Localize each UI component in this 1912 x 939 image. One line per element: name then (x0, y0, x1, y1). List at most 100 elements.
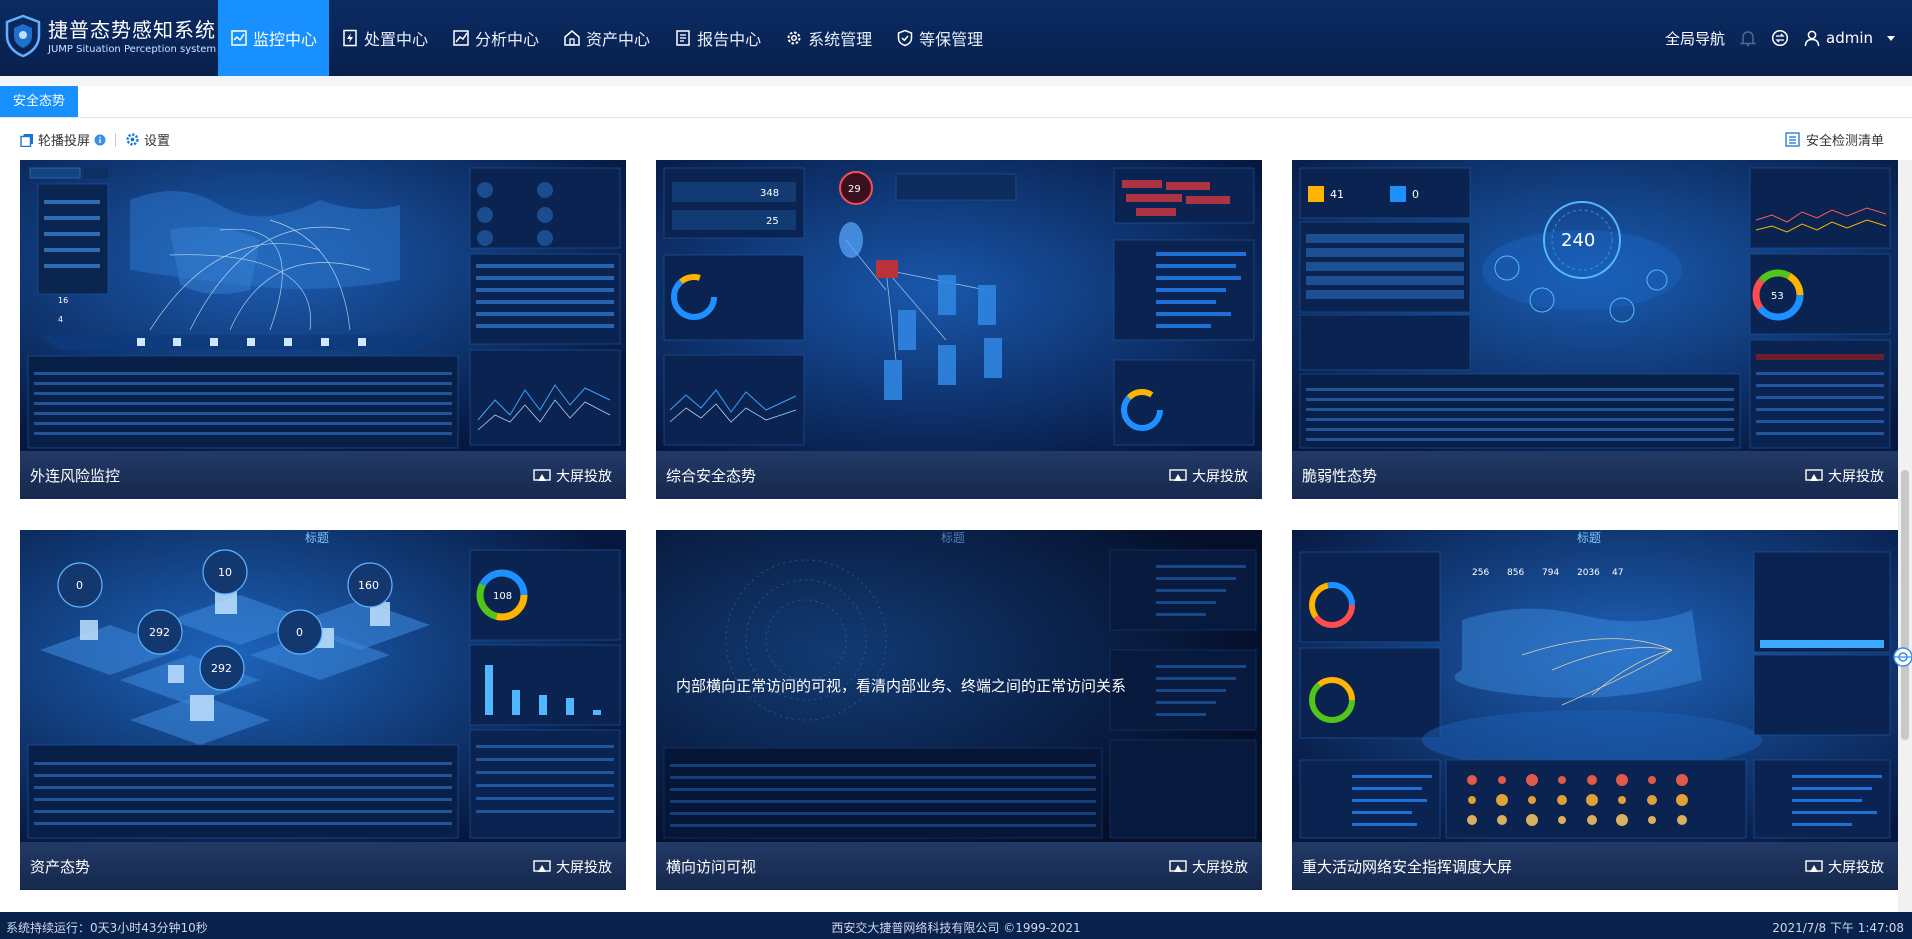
bell-icon[interactable] (1739, 29, 1757, 47)
thumb-label: 292 (211, 662, 232, 675)
toolbar: 轮播投屏 设置 安全检测清单 (0, 118, 1912, 160)
nav-label: 报告中心 (697, 30, 762, 49)
main-nav: 监控中心 处置中心 分析中心 资产中心 报告中心 系统管理 等保管理 (218, 0, 995, 76)
nav-label: 资产中心 (586, 30, 651, 49)
dashboard-card-outbound-risk[interactable]: 16 4 外连风险监控 大屏投放 (20, 160, 626, 499)
thumb-label: 47 (1612, 568, 1623, 578)
current-datetime: 2021/7/8 下午 1:47:08 (1772, 921, 1904, 935)
nav-item-disposal[interactable]: 处置中心 (329, 0, 440, 76)
nav-label: 监控中心 (253, 30, 318, 49)
dashboard-card-lateral-access[interactable]: 标题 内部横向正常访问的可视，看清内部业务、终端之间的正常访问关系 横向访问可视… (656, 530, 1262, 890)
carousel-cast-button[interactable]: 轮播投屏 (20, 130, 106, 149)
status-footer: 西安交大捷普网络科技有限公司 ©1999-2021 系统持续运行：0天3小时43… (0, 912, 1912, 939)
nav-item-reports[interactable]: 报告中心 (662, 0, 773, 76)
app-title: 捷普态势感知系统 (48, 18, 216, 42)
global-nav-link[interactable]: 全局导航 (1665, 28, 1725, 49)
card-title: 综合安全态势 (666, 467, 757, 485)
dashboard-thumbnail: 348 25 29 (656, 160, 1262, 451)
dashboard-thumbnail: 标题 256 856 794 2036 47 (1292, 530, 1898, 842)
thumb-label: 标题 (941, 531, 965, 545)
shield-check-icon (897, 29, 913, 47)
thumb-label: 4 (58, 315, 63, 324)
copyright: 西安交大捷普网络科技有限公司 ©1999-2021 (831, 921, 1081, 935)
settings-button[interactable]: 设置 (125, 130, 170, 149)
nav-item-assets[interactable]: 资产中心 (551, 0, 662, 76)
card-footer: 重大活动网络安全指挥调度大屏 大屏投放 (1292, 842, 1898, 890)
cast-label: 大屏投放 (1192, 469, 1248, 485)
nav-label: 处置中心 (364, 30, 429, 49)
app-subtitle: JUMP Situation Perception system (48, 44, 217, 55)
card-footer: 脆弱性态势 大屏投放 (1292, 451, 1898, 499)
app-logo[interactable]: 捷普态势感知系统 JUMP Situation Perception syste… (4, 12, 217, 64)
copy-icon (20, 133, 33, 147)
username: admin (1826, 29, 1873, 47)
home-icon (564, 30, 580, 46)
chevron-down-icon (1887, 36, 1895, 41)
top-right-tools: 全局导航 admin (1665, 0, 1896, 76)
info-icon[interactable] (94, 134, 106, 146)
card-title: 横向访问可视 (666, 858, 757, 876)
cast-label: 大屏投放 (1192, 860, 1248, 876)
card-title: 资产态势 (30, 858, 91, 876)
thumb-label: 0 (76, 579, 83, 592)
cast-to-big-screen-button[interactable]: 大屏投放 (1169, 857, 1248, 877)
thumb-label: 856 (1507, 568, 1524, 578)
nav-item-compliance[interactable]: 等保管理 (884, 0, 995, 76)
card-footer: 横向访问可视 大屏投放 (656, 842, 1262, 890)
monitor-icon (231, 30, 247, 46)
dashboard-card-vulnerability[interactable]: 41 0 240 53 脆弱性态势 大屏投放 (1292, 160, 1898, 499)
card-title: 重大活动网络安全指挥调度大屏 (1302, 858, 1513, 876)
nav-item-monitor[interactable]: 监控中心 (218, 0, 330, 76)
cast-icon (533, 469, 551, 481)
dashboard-card-integrated-security[interactable]: 348 25 29 综合安全态势 大屏投放 (656, 160, 1262, 499)
vertical-scrollbar[interactable] (1898, 160, 1912, 912)
report-icon (676, 30, 690, 46)
nav-label: 分析中心 (475, 30, 540, 49)
thumb-label: 0 (1412, 188, 1419, 201)
cast-label: 大屏投放 (1828, 860, 1884, 876)
cast-label: 大屏投放 (556, 469, 612, 485)
thumb-label: 41 (1330, 188, 1344, 201)
thumb-label: 256 (1472, 568, 1489, 578)
dashboard-thumbnail: 标题 0 10 160 292 292 0 108 (20, 530, 626, 842)
gear-icon (126, 133, 139, 146)
tab-bar: 安全态势 (0, 86, 1912, 118)
dashboard-card-major-event-command[interactable]: 标题 256 856 794 2036 47 重大活动网络安全指挥调度大屏 大屏… (1292, 530, 1898, 890)
card-description: 内部横向正常访问的可视，看清内部业务、终端之间的正常访问关系 (676, 677, 1127, 695)
cast-to-big-screen-button[interactable]: 大屏投放 (533, 857, 612, 877)
switch-icon[interactable] (1771, 29, 1789, 47)
cast-icon (1805, 469, 1823, 481)
cast-to-big-screen-button[interactable]: 大屏投放 (533, 466, 612, 486)
dashboard-thumbnail: 41 0 240 53 (1292, 160, 1898, 451)
cast-to-big-screen-button[interactable]: 大屏投放 (1805, 466, 1884, 486)
cast-icon (533, 860, 551, 872)
list-icon (1785, 132, 1800, 147)
cast-to-big-screen-button[interactable]: 大屏投放 (1169, 466, 1248, 486)
thumb-label: 25 (766, 216, 779, 227)
nav-label: 系统管理 (808, 30, 873, 49)
cast-to-big-screen-button[interactable]: 大屏投放 (1805, 857, 1884, 877)
cast-label: 大屏投放 (556, 860, 612, 876)
scrollbar-thumb[interactable] (1901, 470, 1909, 740)
bolt-doc-icon (343, 29, 357, 47)
security-checklist-button[interactable]: 安全检测清单 (1785, 130, 1884, 149)
nav-item-system[interactable]: 系统管理 (773, 0, 884, 76)
checklist-label: 安全检测清单 (1805, 134, 1884, 149)
card-footer: 资产态势 大屏投放 (20, 842, 626, 890)
thumb-label: 标题 (1577, 531, 1601, 545)
user-menu[interactable]: admin (1803, 29, 1896, 47)
carousel-label: 轮播投屏 (38, 134, 91, 149)
user-icon (1804, 30, 1820, 47)
dashboard-thumbnail: 16 4 (20, 160, 626, 451)
tab-security-situation[interactable]: 安全态势 (0, 86, 79, 117)
thumb-label: 10 (218, 566, 232, 579)
settings-label: 设置 (144, 134, 171, 149)
thumb-label: 292 (149, 626, 170, 639)
thumb-label: 108 (493, 591, 512, 602)
dashboard-card-assets[interactable]: 标题 0 10 160 292 292 0 108 资产态势 大屏投放 (20, 530, 626, 890)
card-title: 脆弱性态势 (1302, 467, 1378, 485)
floating-action-icon[interactable] (1890, 644, 1912, 670)
card-footer: 外连风险监控 大屏投放 (20, 451, 626, 499)
nav-item-analysis[interactable]: 分析中心 (440, 0, 551, 76)
system-uptime: 系统持续运行：0天3小时43分钟10秒 (6, 921, 208, 935)
